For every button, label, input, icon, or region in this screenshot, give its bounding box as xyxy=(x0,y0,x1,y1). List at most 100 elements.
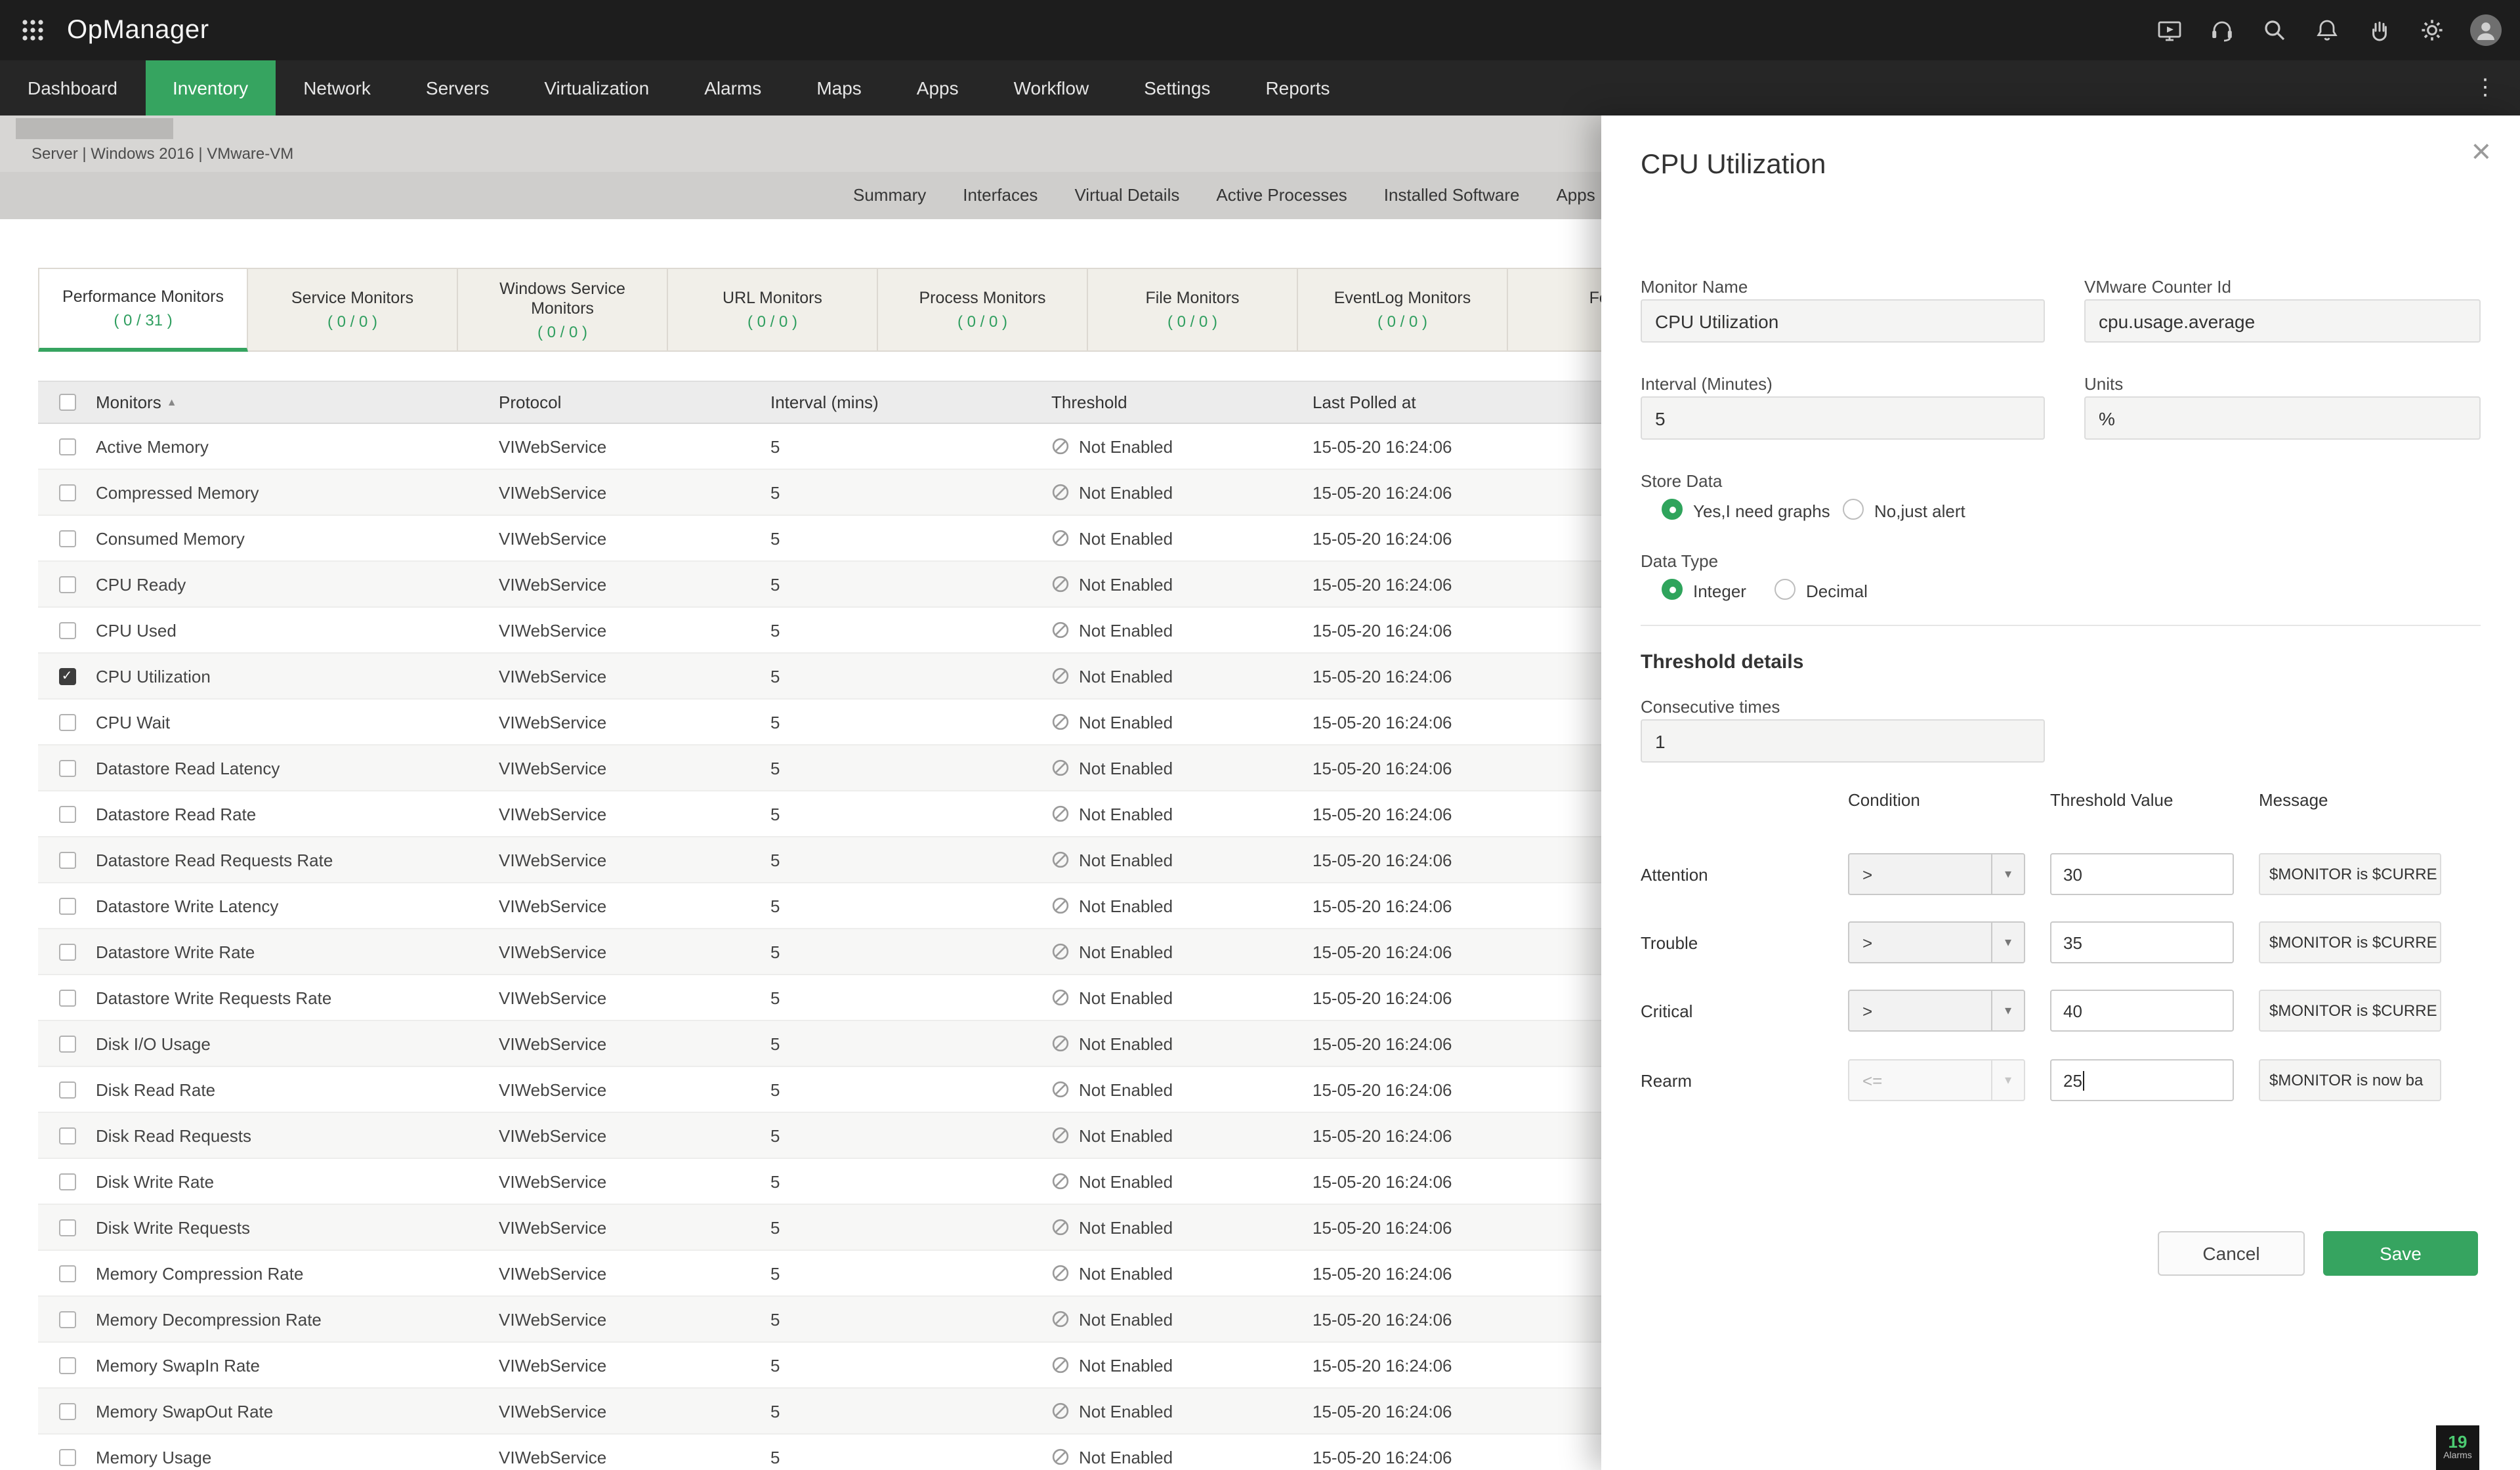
table-row[interactable]: Disk Write Requests VIWebService 5 Not Enab… xyxy=(38,1205,1601,1251)
monitor-name[interactable]: Disk Read Rate xyxy=(96,1080,499,1099)
table-row[interactable]: CPU Used VIWebService 5 Not Enabled 15-05-20… xyxy=(38,608,1601,654)
row-checkbox[interactable] xyxy=(58,621,75,639)
search-icon[interactable] xyxy=(2260,16,2288,44)
counter-id-input[interactable] xyxy=(2084,299,2481,343)
row-checkbox[interactable] xyxy=(58,713,75,730)
trouble-threshold-value-input[interactable]: 35 xyxy=(2050,921,2234,963)
store-data-yes-radio[interactable] xyxy=(1662,499,1683,520)
close-icon[interactable]: × xyxy=(2471,134,2491,168)
monitor-tab-folder[interactable]: Folder( xyxy=(1508,268,1601,352)
store-data-yes-label[interactable]: Yes,I need graphs xyxy=(1693,501,1830,521)
nav-item-reports[interactable]: Reports xyxy=(1238,60,1357,116)
nav-item-settings[interactable]: Settings xyxy=(1116,60,1238,116)
data-type-integer-radio[interactable] xyxy=(1662,579,1683,600)
monitor-name[interactable]: CPU Utilization xyxy=(96,666,499,686)
nav-item-servers[interactable]: Servers xyxy=(398,60,516,116)
monitor-name[interactable]: Consumed Memory xyxy=(96,528,499,548)
monitor-name[interactable]: CPU Ready xyxy=(96,574,499,594)
row-checkbox[interactable] xyxy=(58,484,75,501)
critical-message-input[interactable]: $MONITOR is $CURRE xyxy=(2259,990,2441,1032)
column-header-monitors[interactable]: Monitors ▲ xyxy=(96,392,499,412)
attention-threshold-value-input[interactable]: 30 xyxy=(2050,853,2234,895)
interval-input[interactable] xyxy=(1641,396,2045,440)
monitor-tab-service-monitors[interactable]: Service Monitors ( 0 / 0 ) xyxy=(248,268,458,352)
critical-condition-select[interactable]: > ▾ xyxy=(1848,990,2025,1032)
table-row[interactable]: Memory SwapOut Rate VIWebService 5 Not Enab… xyxy=(38,1389,1601,1435)
device-tab-summary[interactable]: Summary xyxy=(835,172,944,219)
table-row[interactable]: Datastore Read Latency VIWebService 5 Not E… xyxy=(38,746,1601,791)
device-tab-active-processes[interactable]: Active Processes xyxy=(1198,172,1365,219)
row-checkbox[interactable] xyxy=(58,943,75,960)
critical-threshold-value-input[interactable]: 40 xyxy=(2050,990,2234,1032)
table-row[interactable]: CPU Wait VIWebService 5 Not Enabled 15-05-20… xyxy=(38,700,1601,746)
monitor-name[interactable]: Datastore Read Rate xyxy=(96,804,499,824)
nav-overflow-icon[interactable]: ⋮ xyxy=(2466,60,2504,116)
row-checkbox[interactable] xyxy=(58,438,75,455)
row-checkbox[interactable] xyxy=(58,1448,75,1465)
data-type-integer-label[interactable]: Integer xyxy=(1693,581,1746,601)
monitor-tab-url-monitors[interactable]: URL Monitors ( 0 / 0 ) xyxy=(668,268,878,352)
table-row[interactable]: Datastore Read Rate VIWebService 5 Not Enab… xyxy=(38,791,1601,837)
row-checkbox[interactable] xyxy=(58,1311,75,1328)
row-checkbox[interactable] xyxy=(58,1356,75,1374)
table-row[interactable]: Disk Write Rate VIWebService 5 Not Enabled 1… xyxy=(38,1159,1601,1205)
row-checkbox[interactable] xyxy=(58,989,75,1006)
save-button[interactable]: Save xyxy=(2323,1231,2478,1276)
row-checkbox[interactable] xyxy=(58,851,75,868)
row-checkbox[interactable] xyxy=(58,1127,75,1144)
monitor-name[interactable]: CPU Used xyxy=(96,620,499,640)
device-tab-virtual-details[interactable]: Virtual Details xyxy=(1056,172,1198,219)
table-row[interactable]: Disk Read Requests VIWebService 5 Not Enabl… xyxy=(38,1113,1601,1159)
monitor-name[interactable]: Datastore Write Requests Rate xyxy=(96,988,499,1007)
table-row[interactable]: Datastore Write Requests Rate VIWebServic… xyxy=(38,975,1601,1021)
cancel-button[interactable]: Cancel xyxy=(2158,1231,2305,1276)
store-data-no-label[interactable]: No,just alert xyxy=(1874,501,1965,521)
table-row[interactable]: Datastore Read Requests Rate VIWebService… xyxy=(38,837,1601,883)
settings-icon[interactable] xyxy=(2418,16,2445,44)
demo-icon[interactable] xyxy=(2155,16,2183,44)
row-checkbox[interactable] xyxy=(58,1081,75,1098)
device-tab-installed-software[interactable]: Installed Software xyxy=(1366,172,1538,219)
nav-item-virtualization[interactable]: Virtualization xyxy=(516,60,677,116)
row-checkbox[interactable] xyxy=(58,805,75,822)
monitor-tab-process-monitors[interactable]: Process Monitors ( 0 / 0 ) xyxy=(878,268,1088,352)
data-type-decimal-radio[interactable] xyxy=(1774,579,1796,600)
rearm-threshold-value-input[interactable]: 25 xyxy=(2050,1059,2234,1101)
monitor-name[interactable]: Memory SwapIn Rate xyxy=(96,1355,499,1375)
attention-message-input[interactable]: $MONITOR is $CURRE xyxy=(2259,853,2441,895)
nav-item-workflow[interactable]: Workflow xyxy=(986,60,1117,116)
monitor-tab-eventlog-monitors[interactable]: EventLog Monitors ( 0 / 0 ) xyxy=(1298,268,1508,352)
table-row[interactable]: Compressed Memory VIWebService 5 Not Enable… xyxy=(38,470,1601,516)
row-checkbox[interactable] xyxy=(58,1219,75,1236)
alarms-badge[interactable]: 19 Alarms xyxy=(2436,1425,2479,1470)
monitor-name[interactable]: Disk Write Requests xyxy=(96,1217,499,1237)
nav-item-maps[interactable]: Maps xyxy=(789,60,889,116)
device-tab-interfaces[interactable]: Interfaces xyxy=(944,172,1056,219)
row-checkbox[interactable] xyxy=(58,1035,75,1052)
consecutive-times-input[interactable] xyxy=(1641,719,2045,763)
data-type-decimal-label[interactable]: Decimal xyxy=(1806,581,1868,601)
nav-item-dashboard[interactable]: Dashboard xyxy=(0,60,145,116)
table-row[interactable]: Memory Decompression Rate VIWebService 5 No… xyxy=(38,1297,1601,1343)
feedback-icon[interactable] xyxy=(2365,16,2393,44)
select-all-checkbox[interactable] xyxy=(58,394,75,411)
trouble-message-input[interactable]: $MONITOR is $CURRE xyxy=(2259,921,2441,963)
monitor-name[interactable]: Active Memory xyxy=(96,436,499,456)
table-row[interactable]: Consumed Memory VIWebService 5 Not Enabled 1… xyxy=(38,516,1601,562)
monitor-tab-file-monitors[interactable]: File Monitors ( 0 / 0 ) xyxy=(1088,268,1298,352)
nav-item-alarms[interactable]: Alarms xyxy=(677,60,789,116)
nav-item-network[interactable]: Network xyxy=(276,60,398,116)
monitor-tab-performance-monitors[interactable]: Performance Monitors ( 0 / 31 ) xyxy=(38,268,248,352)
monitor-name[interactable]: Disk I/O Usage xyxy=(96,1034,499,1053)
row-checkbox[interactable] xyxy=(58,897,75,914)
table-row[interactable]: CPU Ready VIWebService 5 Not Enabled 15-05-2… xyxy=(38,562,1601,608)
table-row[interactable]: Memory SwapIn Rate VIWebService 5 Not Enabl… xyxy=(38,1343,1601,1389)
table-row[interactable]: ✓ CPU Utilization VIWebService 5 Not Enabled… xyxy=(38,654,1601,700)
row-checkbox[interactable] xyxy=(58,576,75,593)
table-row[interactable]: Datastore Write Rate VIWebService 5 Not Ena… xyxy=(38,929,1601,975)
table-row[interactable]: Disk Read Rate VIWebService 5 Not Enabled 15… xyxy=(38,1067,1601,1113)
monitor-name[interactable]: Datastore Read Latency xyxy=(96,758,499,778)
trouble-condition-select[interactable]: > ▾ xyxy=(1848,921,2025,963)
table-row[interactable]: Active Memory VIWebService 5 Not Enabled 15-… xyxy=(38,424,1601,470)
row-checkbox[interactable] xyxy=(58,1265,75,1282)
